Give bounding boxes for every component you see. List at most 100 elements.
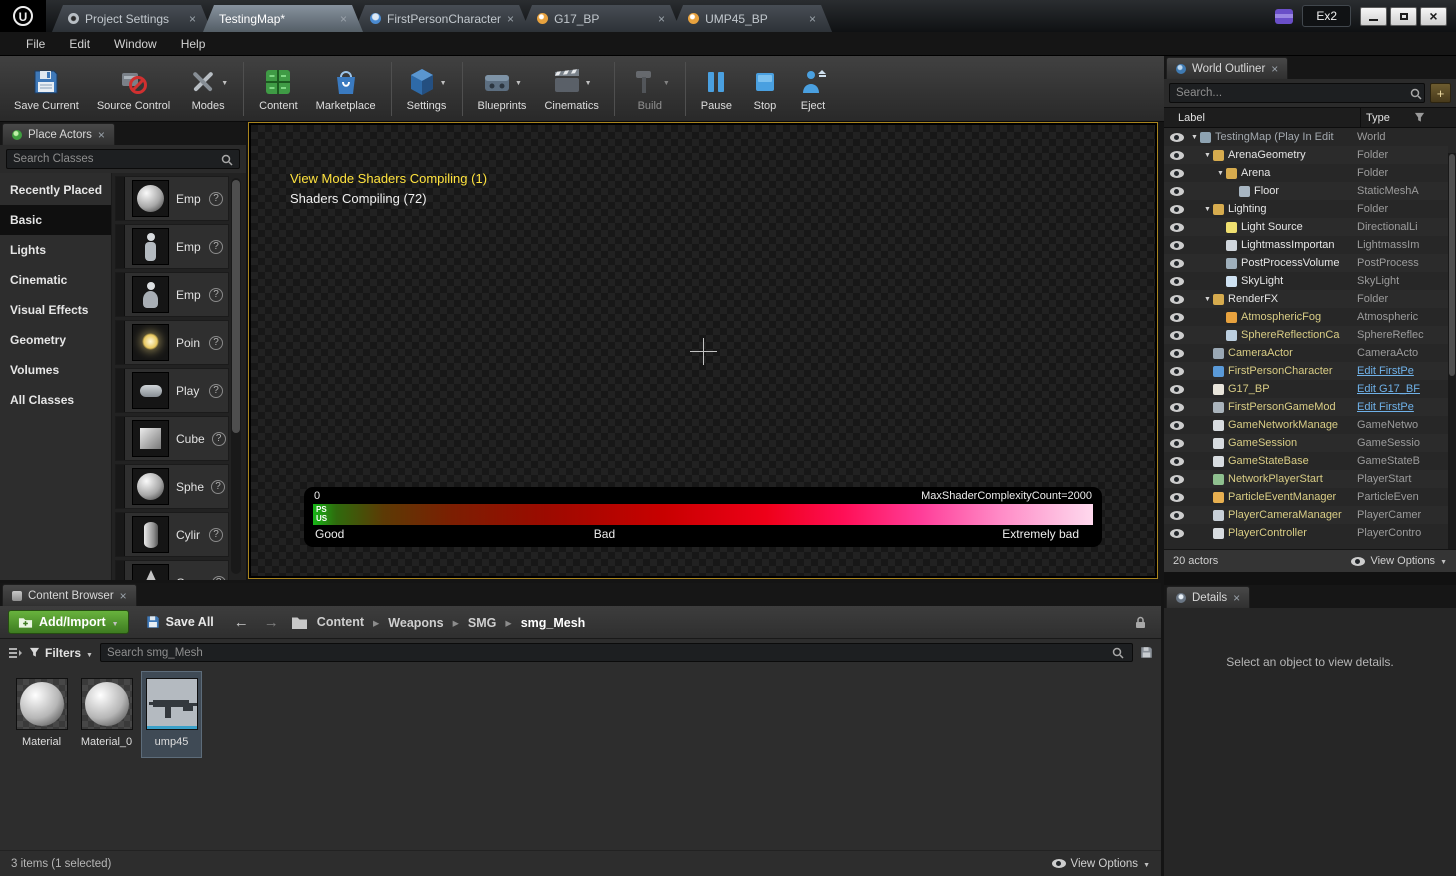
outliner-row[interactable]: ▼ Lighting Folder xyxy=(1164,200,1448,218)
outliner-row[interactable]: NetworkPlayerStart PlayerStart xyxy=(1164,470,1448,488)
menu-item[interactable]: File xyxy=(14,34,57,54)
breadcrumb-item[interactable]: SMG xyxy=(444,615,497,630)
visibility-eye-icon[interactable] xyxy=(1170,133,1184,142)
visibility-eye-icon[interactable] xyxy=(1170,169,1184,178)
chevron-down-icon[interactable] xyxy=(663,76,670,88)
outliner-row[interactable]: ParticleEventManager ParticleEven xyxy=(1164,488,1448,506)
document-tab[interactable]: FirstPersonCharacter xyxy=(354,5,530,32)
settings-button[interactable]: Settings xyxy=(398,63,456,115)
visibility-eye-icon[interactable] xyxy=(1170,493,1184,502)
breadcrumb-item[interactable]: Content xyxy=(317,615,364,629)
actor-type[interactable]: Folder xyxy=(1352,149,1448,161)
visibility-eye-icon[interactable] xyxy=(1170,313,1184,322)
visibility-eye-icon[interactable] xyxy=(1170,349,1184,358)
ex2-button[interactable]: Ex2 xyxy=(1302,5,1351,27)
chevron-down-icon[interactable] xyxy=(585,76,592,88)
category-item[interactable]: Cinematic xyxy=(0,265,111,295)
outliner-row[interactable]: ▼ Arena Folder xyxy=(1164,164,1448,182)
expander-arrow-icon[interactable]: ▼ xyxy=(1202,206,1213,213)
build-button[interactable]: Build xyxy=(621,63,679,115)
stop-button[interactable]: Stop xyxy=(741,63,789,115)
expander-arrow-icon[interactable]: ▼ xyxy=(1215,170,1226,177)
level-viewport[interactable]: View Mode Shaders Compiling (1) Shaders … xyxy=(248,122,1158,579)
column-header-label[interactable]: Label xyxy=(1164,112,1360,124)
visibility-eye-icon[interactable] xyxy=(1170,529,1184,538)
tab-close-icon[interactable] xyxy=(340,12,347,26)
actor-type[interactable]: Atmospheric xyxy=(1352,311,1448,323)
visibility-eye-icon[interactable] xyxy=(1170,151,1184,160)
minimize-button[interactable] xyxy=(1360,7,1387,26)
actor-type[interactable]: DirectionalLi xyxy=(1352,221,1448,233)
asset-search-input[interactable] xyxy=(100,643,1133,662)
actor-type[interactable]: PlayerStart xyxy=(1352,473,1448,485)
visibility-eye-icon[interactable] xyxy=(1170,295,1184,304)
help-icon[interactable] xyxy=(209,528,223,542)
actor-type[interactable]: Folder xyxy=(1352,293,1448,305)
outliner-row[interactable]: ▼ TestingMap (Play In Edit World xyxy=(1164,128,1448,146)
outliner-row[interactable]: Floor StaticMeshA xyxy=(1164,182,1448,200)
visibility-eye-icon[interactable] xyxy=(1170,367,1184,376)
visibility-eye-icon[interactable] xyxy=(1170,439,1184,448)
actor-type[interactable]: Folder xyxy=(1352,203,1448,215)
eject-button[interactable]: Eject xyxy=(789,63,837,115)
visibility-eye-icon[interactable] xyxy=(1170,475,1184,484)
asset-item[interactable]: Material_0 xyxy=(77,672,136,757)
filter-icon[interactable] xyxy=(1414,112,1425,123)
outliner-row[interactable]: LightmassImportan LightmassIm xyxy=(1164,236,1448,254)
actor-type[interactable]: SkyLight xyxy=(1352,275,1448,287)
breadcrumb-item[interactable]: smg_Mesh xyxy=(496,615,585,630)
help-icon[interactable] xyxy=(209,288,223,302)
visibility-eye-icon[interactable] xyxy=(1170,457,1184,466)
placeable-actor-item[interactable]: Cylir xyxy=(115,512,229,557)
category-item[interactable]: All Classes xyxy=(0,385,111,415)
outliner-row[interactable]: ▼ RenderFX Folder xyxy=(1164,290,1448,308)
launcher-icon[interactable] xyxy=(1275,9,1293,24)
category-item[interactable]: Recently Placed xyxy=(0,175,111,205)
outliner-row[interactable]: G17_BP Edit G17_BF xyxy=(1164,380,1448,398)
forward-button[interactable] xyxy=(261,614,282,631)
actor-type[interactable]: PlayerCamer xyxy=(1352,509,1448,521)
save-search-icon[interactable] xyxy=(1140,646,1153,659)
placeable-actor-item[interactable]: Poin xyxy=(115,320,229,365)
category-item[interactable]: Lights xyxy=(0,235,111,265)
help-icon[interactable] xyxy=(209,240,223,254)
outliner-search-input[interactable] xyxy=(1169,83,1425,103)
visibility-eye-icon[interactable] xyxy=(1170,511,1184,520)
document-tab[interactable]: G17_BP xyxy=(521,5,681,32)
lock-button[interactable] xyxy=(1135,616,1153,629)
tab-close-icon[interactable] xyxy=(189,12,196,26)
expander-arrow-icon[interactable]: ▼ xyxy=(1202,152,1213,159)
drag-handle[interactable] xyxy=(116,417,125,460)
actor-type[interactable]: GameNetwo xyxy=(1352,419,1448,431)
modes-button[interactable]: Modes xyxy=(179,63,237,115)
visibility-eye-icon[interactable] xyxy=(1170,205,1184,214)
tab-close-icon[interactable] xyxy=(507,12,514,26)
tab-close-icon[interactable] xyxy=(658,12,665,26)
content-button[interactable]: Content xyxy=(250,63,307,115)
actor-type[interactable]: Edit FirstPe xyxy=(1352,365,1448,377)
outliner-scrollbar[interactable] xyxy=(1448,153,1456,549)
placeable-actor-item[interactable]: Cone xyxy=(115,560,229,580)
drag-handle[interactable] xyxy=(116,513,125,556)
outliner-row[interactable]: ▼ ArenaGeometry Folder xyxy=(1164,146,1448,164)
actor-type[interactable]: StaticMeshA xyxy=(1352,185,1448,197)
scrollbar-thumb[interactable] xyxy=(232,180,240,433)
visibility-eye-icon[interactable] xyxy=(1170,277,1184,286)
asset-item[interactable]: Material xyxy=(12,672,71,757)
close-button[interactable] xyxy=(1420,7,1447,26)
placeable-actor-item[interactable]: Sphe xyxy=(115,464,229,509)
save-all-button[interactable]: Save All xyxy=(138,612,222,632)
restore-button[interactable] xyxy=(1390,7,1417,26)
category-item[interactable]: Volumes xyxy=(0,355,111,385)
outliner-add-button[interactable] xyxy=(1430,83,1451,103)
cinematics-button[interactable]: Cinematics xyxy=(535,63,607,115)
placeable-actor-item[interactable]: Cube xyxy=(115,416,229,461)
outliner-view-options-button[interactable]: View Options xyxy=(1351,555,1447,567)
breadcrumb-item[interactable]: Weapons xyxy=(364,615,444,630)
drag-handle[interactable] xyxy=(116,321,125,364)
actor-type[interactable]: CameraActo xyxy=(1352,347,1448,359)
actor-type[interactable]: GameStateB xyxy=(1352,455,1448,467)
outliner-row[interactable]: PostProcessVolume PostProcess xyxy=(1164,254,1448,272)
category-item[interactable]: Geometry xyxy=(0,325,111,355)
drag-handle[interactable] xyxy=(116,177,125,220)
